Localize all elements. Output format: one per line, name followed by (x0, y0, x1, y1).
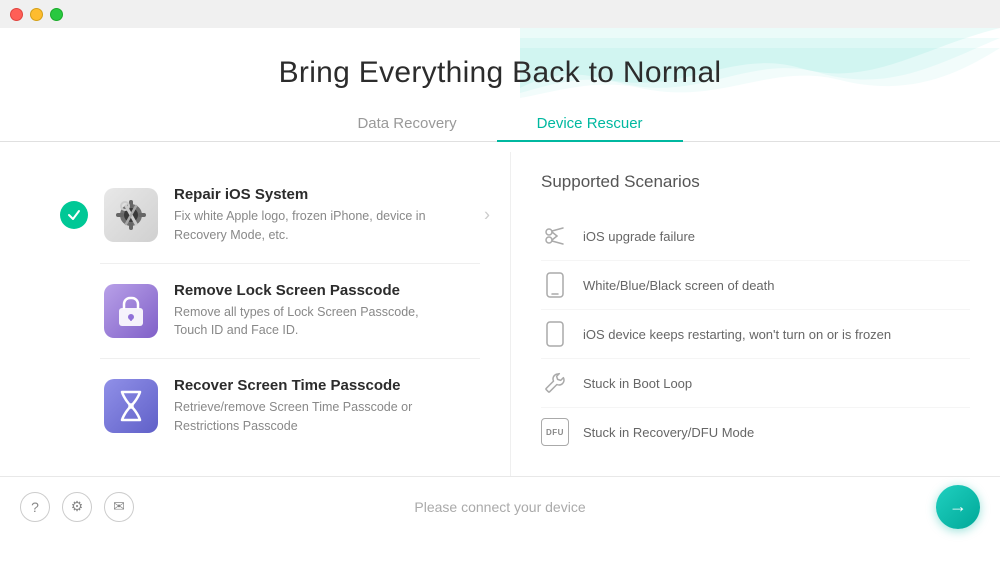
dfu-icon: DFU (541, 418, 569, 446)
bottom-icons: ? ⚙ ✉ (20, 492, 134, 522)
content-area: Repair iOS System Fix white Apple logo, … (0, 152, 1000, 476)
screen-time-title: Recover Screen Time Passcode (174, 377, 412, 394)
scenario-ios-upgrade-text: iOS upgrade failure (583, 229, 695, 244)
mail-button[interactable]: ✉ (104, 492, 134, 522)
selection-checkmark (60, 201, 88, 229)
scenario-ios-upgrade: iOS upgrade failure (541, 212, 970, 261)
scenario-screen-death: White/Blue/Black screen of death (541, 261, 970, 310)
phone-restart-icon (541, 320, 569, 348)
hero-section: Bring Everything Back to Normal Data Rec… (0, 28, 1000, 152)
close-button[interactable] (10, 8, 23, 21)
mail-icon: ✉ (113, 498, 125, 515)
scenario-screen-death-text: White/Blue/Black screen of death (583, 278, 775, 293)
lock-icon (104, 284, 158, 338)
divider-1 (100, 263, 480, 264)
settings-icon: ⚙ (71, 498, 84, 515)
remove-lock-text: Remove Lock Screen Passcode Remove all t… (174, 282, 419, 341)
scenario-dfu-text: Stuck in Recovery/DFU Mode (583, 425, 754, 440)
wrench-icon (541, 369, 569, 397)
screen-time-desc: Retrieve/remove Screen Time Passcode orR… (174, 398, 412, 436)
status-text: Please connect your device (414, 499, 585, 515)
feature-remove-lock[interactable]: Remove Lock Screen Passcode Remove all t… (50, 268, 490, 355)
right-panel: Supported Scenarios iOS upgrade failure (510, 152, 1000, 476)
repair-ios-desc: Fix white Apple logo, frozen iPhone, dev… (174, 207, 426, 245)
repair-ios-icon (104, 188, 158, 242)
titlebar (0, 0, 1000, 28)
next-button[interactable]: → (936, 485, 980, 529)
remove-lock-desc: Remove all types of Lock Screen Passcode… (174, 303, 419, 341)
screen-time-text: Recover Screen Time Passcode Retrieve/re… (174, 377, 412, 436)
next-arrow-icon: → (949, 496, 967, 517)
scenario-restarting-text: iOS device keeps restarting, won't turn … (583, 327, 891, 342)
help-button[interactable]: ? (20, 492, 50, 522)
remove-lock-title: Remove Lock Screen Passcode (174, 282, 419, 299)
feature-repair-ios[interactable]: Repair iOS System Fix white Apple logo, … (50, 172, 490, 259)
help-icon: ? (31, 499, 39, 515)
scenario-restarting: iOS device keeps restarting, won't turn … (541, 310, 970, 359)
nav-arrow-icon: › (484, 205, 490, 226)
scissors-icon (541, 222, 569, 250)
tab-device-rescuer[interactable]: Device Rescuer (497, 107, 683, 142)
feature-screen-time[interactable]: Recover Screen Time Passcode Retrieve/re… (50, 363, 490, 450)
repair-ios-title: Repair iOS System (174, 186, 426, 203)
scenario-boot-loop-text: Stuck in Boot Loop (583, 376, 692, 391)
hero-title: Bring Everything Back to Normal (0, 56, 1000, 90)
scenario-boot-loop: Stuck in Boot Loop (541, 359, 970, 408)
tabs-bar: Data Recovery Device Rescuer (0, 106, 1000, 142)
settings-button[interactable]: ⚙ (62, 492, 92, 522)
minimize-button[interactable] (30, 8, 43, 21)
maximize-button[interactable] (50, 8, 63, 21)
bottom-bar: ? ⚙ ✉ Please connect your device → (0, 476, 1000, 536)
scenario-dfu-mode: DFU Stuck in Recovery/DFU Mode (541, 408, 970, 456)
divider-2 (100, 358, 480, 359)
left-panel: Repair iOS System Fix white Apple logo, … (0, 152, 510, 476)
hourglass-icon (104, 379, 158, 433)
phone-icon (541, 271, 569, 299)
supported-scenarios-heading: Supported Scenarios (541, 172, 970, 192)
tab-data-recovery[interactable]: Data Recovery (317, 107, 496, 142)
repair-ios-text: Repair iOS System Fix white Apple logo, … (174, 186, 426, 245)
